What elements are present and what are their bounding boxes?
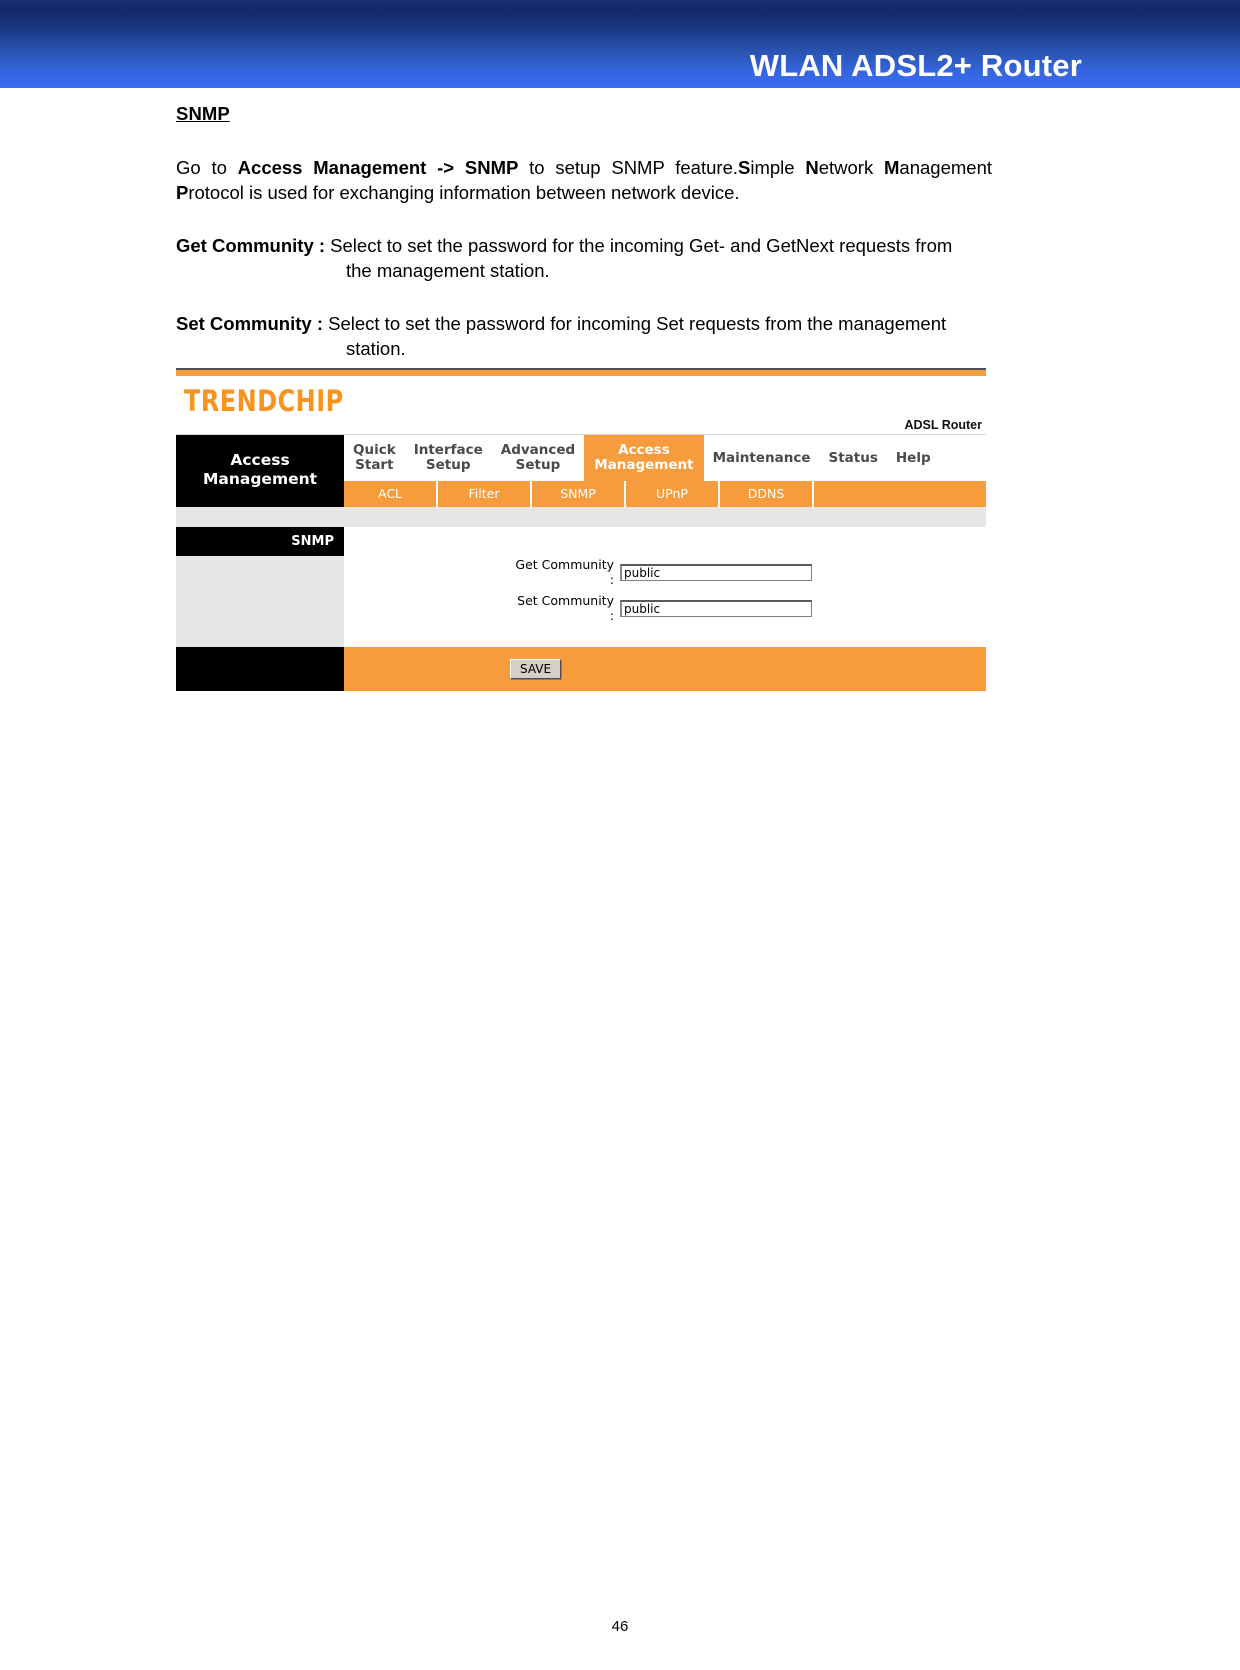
tab-help[interactable]: Help xyxy=(887,445,940,472)
banner-title: WLAN ADSL2+ Router xyxy=(749,48,1082,83)
footer-button-area: SAVE xyxy=(344,659,986,679)
subtab-upnp[interactable]: UPnP xyxy=(626,481,720,507)
page-number: 46 xyxy=(611,1618,629,1635)
definition-text: Select to set the password for the incom… xyxy=(325,235,953,256)
tab-interface-setup[interactable]: Interface Setup xyxy=(405,437,492,479)
subtab-filter[interactable]: Filter xyxy=(438,481,532,507)
footer-left-pad xyxy=(176,647,344,691)
definition-continuation: the management station. xyxy=(346,260,550,281)
definition-continuation: station. xyxy=(346,338,406,359)
tab-advanced-setup[interactable]: Advanced Setup xyxy=(492,437,584,479)
intro-p-rest: rotocol is used for exchanging informati… xyxy=(188,182,740,203)
page-title: SNMP xyxy=(176,103,230,124)
ui-main-nav-row: Access Management Quick Start Interface … xyxy=(176,435,986,507)
current-section-header: Access Management xyxy=(176,435,344,507)
set-community-input[interactable] xyxy=(620,599,812,617)
trendchip-logo: TRENDCHIP xyxy=(184,384,344,418)
intro-paragraph: Go to Access Management -> SNMP to setup… xyxy=(176,155,992,205)
document-body: SNMP Go to Access Management -> SNMP to … xyxy=(176,103,992,361)
sub-tab-list: ACL Filter SNMP UPnP DDNS xyxy=(344,481,986,507)
ui-grey-separator xyxy=(176,507,986,527)
intro-bold-path: Access Management -> SNMP xyxy=(237,157,519,178)
intro-m-rest: anagement xyxy=(899,157,992,178)
router-web-ui-screenshot: TRENDCHIP ADSL Router Access Management … xyxy=(176,368,986,691)
get-community-input[interactable] xyxy=(620,563,812,581)
subtab-snmp[interactable]: SNMP xyxy=(532,481,626,507)
tab-quick-start[interactable]: Quick Start xyxy=(344,437,405,479)
intro-p: P xyxy=(176,182,189,203)
form-row-get-community: Get Community : xyxy=(344,557,986,587)
tab-maintenance[interactable]: Maintenance xyxy=(704,445,820,472)
tab-access-management[interactable]: Access Management xyxy=(584,435,704,481)
page-banner: WLAN ADSL2+ Router xyxy=(0,0,1240,88)
ui-left-column: SNMP xyxy=(176,527,344,647)
definition-term: Set Community : xyxy=(176,313,323,334)
intro-s: S xyxy=(738,157,751,178)
definition-text: Select to set the password for incoming … xyxy=(322,313,947,334)
intro-prefix: Go to xyxy=(176,157,238,178)
definition-get-community: Get Community : Select to set the passwo… xyxy=(176,233,992,283)
intro-n-rest: etwork xyxy=(818,157,884,178)
intro-m: M xyxy=(884,157,900,178)
ui-footer-bar: SAVE xyxy=(176,647,986,691)
get-community-label: Get Community : xyxy=(515,557,614,587)
tab-status[interactable]: Status xyxy=(819,445,886,472)
intro-middle: to setup SNMP feature. xyxy=(518,157,738,178)
ui-left-column-fill xyxy=(176,556,344,622)
definition-set-community: Set Community : Select to set the passwo… xyxy=(176,311,992,361)
device-model-label: ADSL Router xyxy=(904,418,982,432)
section-label-snmp: SNMP xyxy=(176,527,344,556)
definition-term: Get Community : xyxy=(176,235,326,256)
ui-content-area: SNMP Get Community : Set Community : xyxy=(176,527,986,647)
main-tab-list: Quick Start Interface Setup Advanced Set… xyxy=(344,435,986,481)
ui-form-column: Get Community : Set Community : xyxy=(344,527,986,647)
ui-brand-row: TRENDCHIP ADSL Router xyxy=(176,376,986,435)
intro-n: N xyxy=(805,157,819,178)
intro-s-rest: imple xyxy=(750,157,806,178)
form-row-set-community: Set Community : xyxy=(344,593,986,623)
subtab-ddns[interactable]: DDNS xyxy=(720,481,814,507)
sub-nav-filler xyxy=(814,481,986,507)
set-community-label: Set Community : xyxy=(517,593,614,623)
save-button[interactable]: SAVE xyxy=(510,659,562,679)
subtab-acl[interactable]: ACL xyxy=(344,481,438,507)
